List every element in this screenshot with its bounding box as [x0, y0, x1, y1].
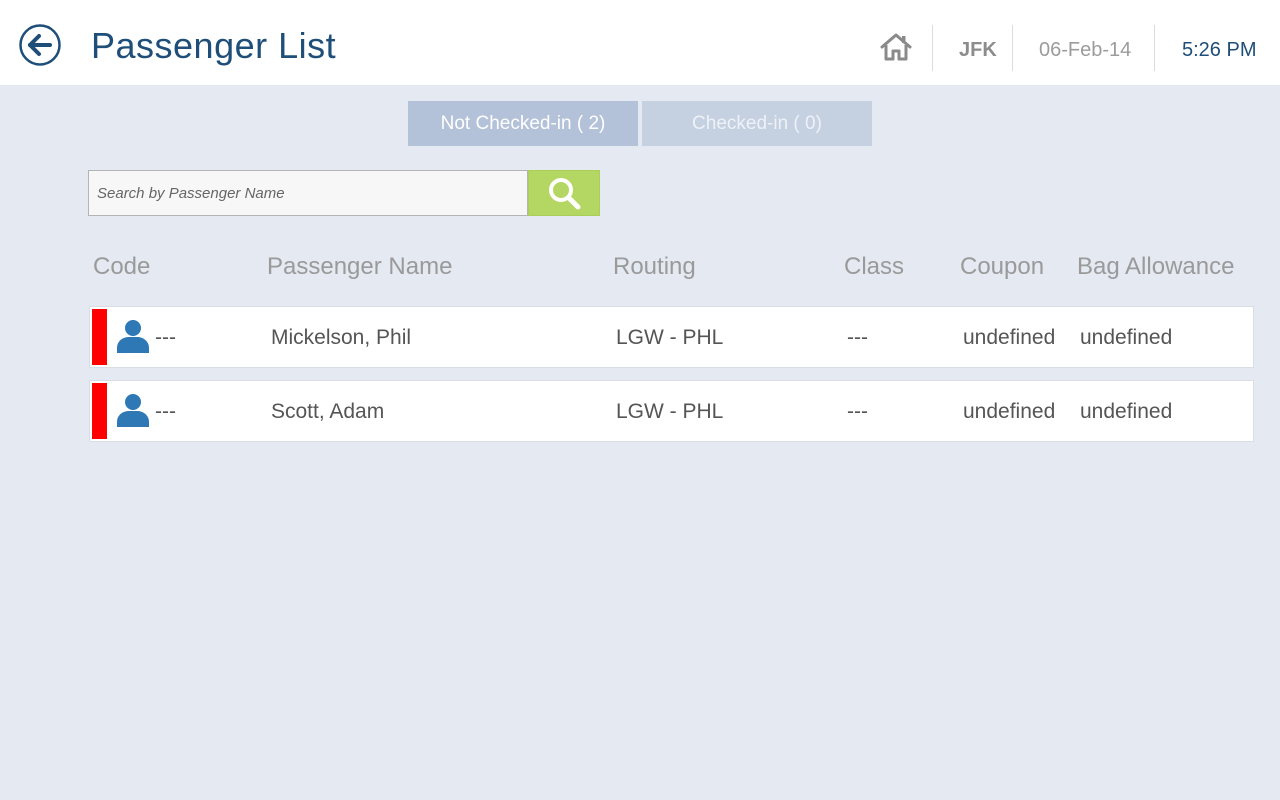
- table-row[interactable]: --- Scott, Adam LGW - PHL --- undefined …: [89, 380, 1254, 442]
- header-divider: [1012, 25, 1013, 71]
- back-button[interactable]: [19, 24, 61, 66]
- cell-bag-allowance: undefined: [1080, 326, 1173, 349]
- status-indicator: [92, 383, 107, 439]
- column-header-passenger-name: Passenger Name: [267, 253, 453, 280]
- cell-code: ---: [155, 326, 176, 349]
- cell-bag-allowance: undefined: [1080, 400, 1173, 423]
- column-header-code: Code: [93, 253, 151, 280]
- column-header-routing: Routing: [613, 253, 696, 280]
- cell-coupon: undefined: [963, 400, 1056, 423]
- page-title: Passenger List: [91, 25, 337, 66]
- back-arrow-icon: [19, 24, 61, 66]
- app-header: Passenger List JFK 06-Feb-14 5:26 PM: [0, 0, 1280, 85]
- cell-routing: LGW - PHL: [616, 326, 724, 349]
- home-icon: [880, 33, 912, 61]
- status-indicator: [92, 309, 107, 365]
- cell-coupon: undefined: [963, 326, 1056, 349]
- cell-routing: LGW - PHL: [616, 400, 724, 423]
- cell-passenger-name: Scott, Adam: [271, 400, 385, 423]
- column-header-class: Class: [844, 253, 905, 280]
- header-divider: [932, 25, 933, 71]
- cell-code: ---: [155, 400, 176, 423]
- home-button[interactable]: [879, 32, 913, 62]
- person-icon: [117, 394, 149, 427]
- header-divider: [1154, 25, 1155, 71]
- search-input[interactable]: [88, 170, 528, 216]
- search-icon: [549, 178, 581, 210]
- current-time: 5:26 PM: [1182, 39, 1257, 61]
- airport-code: JFK: [959, 39, 997, 61]
- current-date: 06-Feb-14: [1039, 39, 1132, 61]
- cell-passenger-name: Mickelson, Phil: [271, 326, 412, 349]
- cell-class: ---: [847, 326, 868, 349]
- column-header-coupon: Coupon: [960, 253, 1045, 280]
- person-icon: [117, 320, 149, 353]
- cell-class: ---: [847, 400, 868, 423]
- search-button[interactable]: [528, 170, 600, 216]
- tab-checked-in[interactable]: Checked-in ( 0): [642, 101, 872, 146]
- tab-not-checked-in[interactable]: Not Checked-in ( 2): [408, 101, 638, 146]
- column-header-bag-allowance: Bag Allowance: [1077, 253, 1235, 280]
- table-row[interactable]: --- Mickelson, Phil LGW - PHL --- undefi…: [89, 306, 1254, 368]
